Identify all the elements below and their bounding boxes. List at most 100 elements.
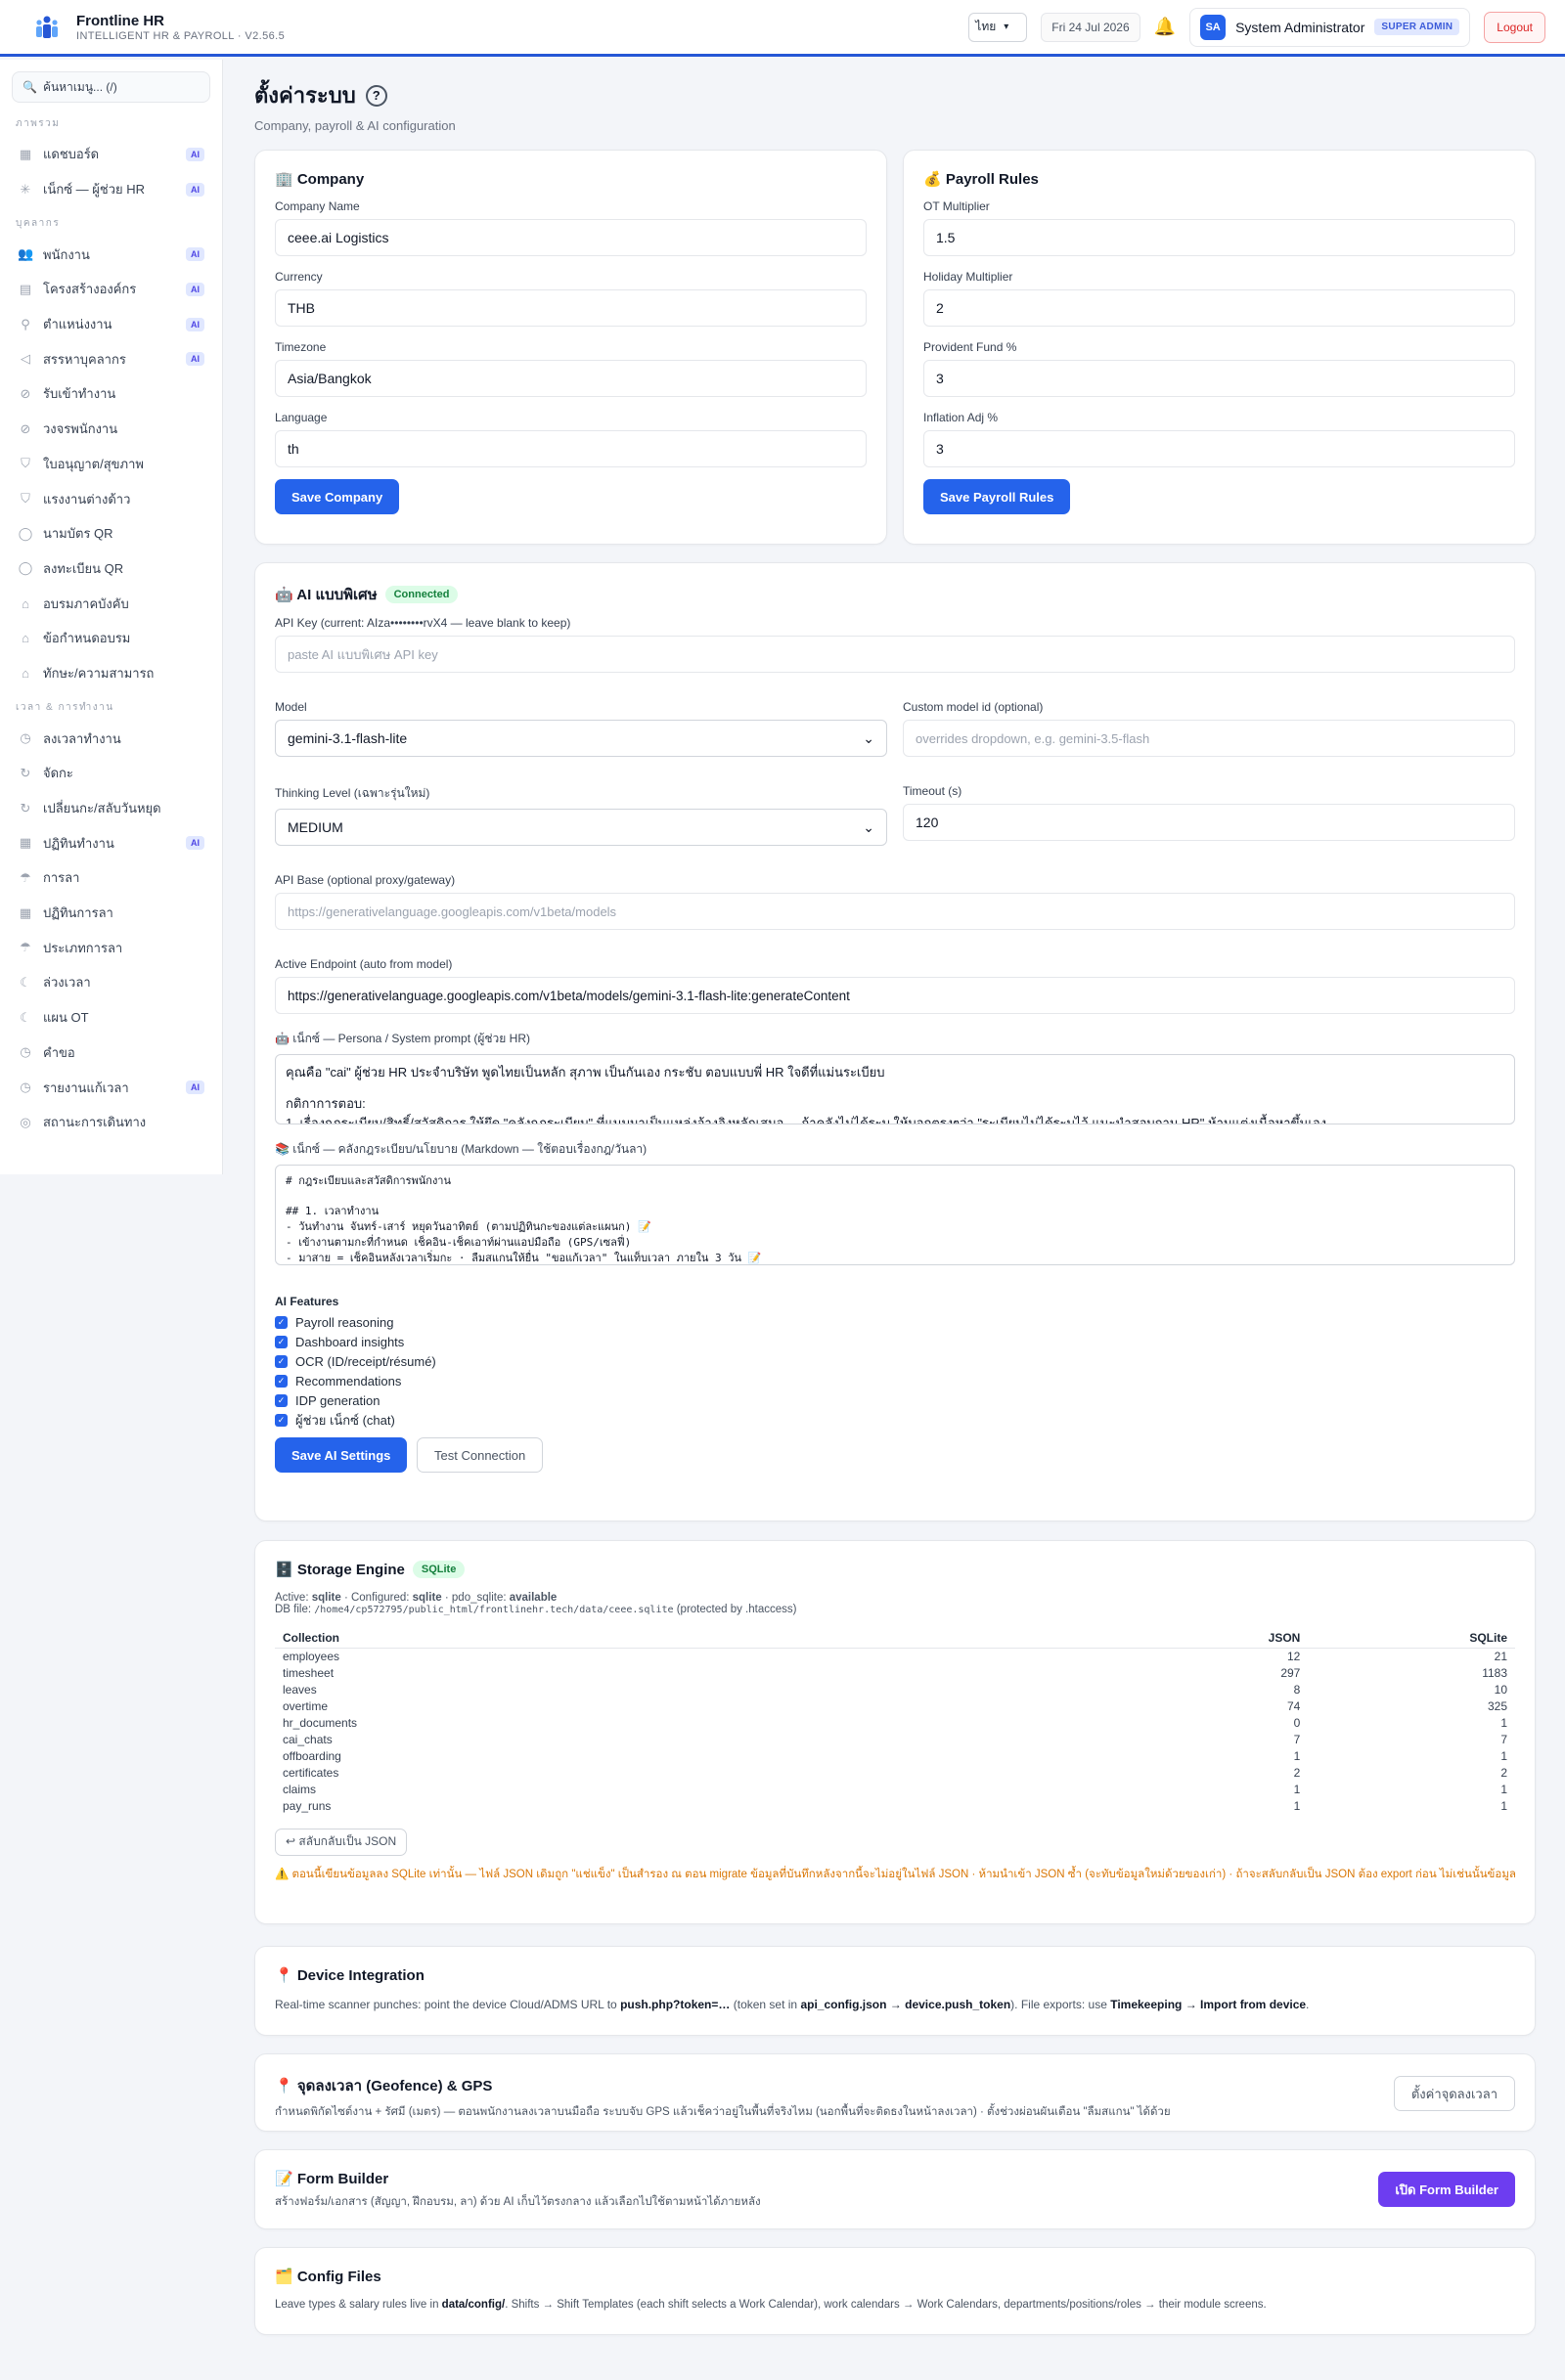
config-desc-text: . Shifts → Shift Templates (each shift s…	[505, 2299, 1267, 2311]
geofence-settings-button[interactable]: ตั้งค่าจุดลงเวลา	[1393, 2076, 1515, 2111]
sidebar-item-label: อบรมภาคบังคับ	[43, 595, 129, 611]
save-ai-settings-button[interactable]: Save AI Settings	[275, 1437, 408, 1473]
sidebar-item[interactable]: ✳ เน็กซ์ — ผู้ช่วย HR AI	[12, 172, 210, 207]
sidebar-item[interactable]: ⌂ ข้อกำหนดอบรม	[12, 621, 210, 656]
sidebar-item[interactable]: 👥 พนักงาน AI	[12, 237, 210, 272]
sidebar-item[interactable]: ▦ ปฏิทินทำงาน AI	[12, 825, 210, 860]
custom-model-input[interactable]: overrides dropdown, e.g. gemini-3.5-flas…	[903, 720, 1515, 757]
sidebar-item-label: แดชบอร์ด	[43, 147, 100, 162]
sidebar-item-label: ข้อกำหนดอบรม	[43, 631, 131, 646]
person-icon: ◯	[18, 560, 33, 576]
cap-icon: ⌂	[22, 595, 29, 611]
ai-feature-checkbox[interactable]: ✓ IDP generation	[275, 1390, 1515, 1410]
open-form-builder-button[interactable]: เปิด Form Builder	[1378, 2172, 1515, 2207]
menu-search-input[interactable]: 🔍 ค้นหาเมนู... (/)	[12, 71, 210, 103]
sidebar-item-label: เน็กซ์ — ผู้ช่วย HR	[43, 182, 145, 198]
storage-db-suffix: (protected by .htaccess)	[673, 1604, 797, 1615]
company-field-input[interactable]: THB	[275, 289, 867, 327]
sidebar-item[interactable]: ☾ แผน OT	[12, 1000, 210, 1036]
ai-badge: AI	[186, 282, 204, 296]
sidebar-item[interactable]: ◯ ลงทะเบียน QR	[12, 551, 210, 587]
table-row: offboarding 1 1	[275, 1748, 1515, 1765]
sidebar-item[interactable]: ↻ จัดกะ	[12, 756, 210, 791]
sidebar-item[interactable]: ☂ การลา	[12, 860, 210, 896]
page-title-text: ตั้งค่าระบบ	[254, 83, 356, 108]
sidebar-item[interactable]: ◷ ลงเวลาทำงาน	[12, 721, 210, 756]
sidebar-item[interactable]: ▦ ปฏิทินการลา	[12, 896, 210, 931]
ai-feature-checkbox[interactable]: ✓ ผู้ช่วย เน็กซ์ (chat)	[275, 1410, 1515, 1430]
moon-icon: ☾	[20, 1009, 31, 1025]
sidebar-item[interactable]: ⚲ ตำแหน่งงาน AI	[12, 307, 210, 342]
company-field-input[interactable]: th	[275, 430, 867, 467]
page-title: ตั้งค่าระบบ ?	[254, 78, 1536, 112]
sidebar-item[interactable]: ⌂ อบรมภาคบังคับ	[12, 586, 210, 621]
sidebar-item[interactable]: ↻ เปลี่ยนกะ/สลับวันหยุด	[12, 791, 210, 826]
sidebar-item-label: คำขอ	[43, 1044, 75, 1060]
chevron-down-icon: ⌄	[863, 818, 874, 835]
table-cell: 297	[1280, 1666, 1301, 1680]
payroll-card-title: 💰 Payroll Rules	[923, 171, 1039, 188]
sidebar-item[interactable]: ◷ รายงานแก้เวลา AI	[12, 1070, 210, 1105]
sidebar-item[interactable]: ◁ สรรหาบุคลากร AI	[12, 341, 210, 376]
ai-feature-checkbox[interactable]: ✓ Dashboard insights	[275, 1332, 1515, 1351]
sidebar-item-label: เปลี่ยนกะ/สลับวันหยุด	[43, 801, 161, 816]
app-logo[interactable]	[31, 12, 63, 43]
language-select[interactable]: ไทย ▾	[968, 12, 1028, 42]
api-base-label: API Base (optional proxy/gateway)	[275, 873, 456, 887]
table-cell: hr_documents	[283, 1716, 358, 1730]
sidebar-item-label: จัดกะ	[43, 766, 73, 781]
help-icon[interactable]: ?	[365, 84, 387, 107]
sidebar-item[interactable]: ◎ สถานะการเดินทาง	[12, 1105, 210, 1140]
save-payroll-button[interactable]: Save Payroll Rules	[923, 479, 1071, 514]
model-select[interactable]: gemini-3.1-flash-lite ⌄	[275, 720, 887, 757]
connection-status-badge: Connected	[384, 586, 459, 603]
cap-icon: ⌂	[22, 665, 29, 681]
ai-feature-checkbox[interactable]: ✓ Payroll reasoning	[275, 1312, 1515, 1332]
sidebar-item[interactable]: ⊘ วงจรพนักงาน	[12, 412, 210, 447]
sidebar-item[interactable]: ⛉ ใบอนุญาต/สุขภาพ	[12, 447, 210, 482]
ai-feature-checkbox[interactable]: ✓ Recommendations	[275, 1371, 1515, 1390]
knowledge-base-textarea[interactable]: # กฎระเบียบและสวัสดิการพนักงาน ## 1. เวลา…	[275, 1165, 1515, 1265]
company-field-input[interactable]: Asia/Bangkok	[275, 360, 867, 397]
test-connection-button[interactable]: Test Connection	[417, 1437, 544, 1473]
sidebar-item[interactable]: ⊘ รับเข้าทำงาน	[12, 376, 210, 412]
table-cell: 7	[1293, 1733, 1301, 1746]
sidebar-item-label: สรรหาบุคลากร	[43, 351, 126, 367]
endpoint-input[interactable]: https://generativelanguage.googleapis.co…	[275, 977, 1515, 1014]
checkmark-icon: ✓	[275, 1335, 288, 1348]
geofence-card: 📍 จุดลงเวลา (Geofence) & GPS กำหนดพิกัดไ…	[254, 2053, 1536, 2132]
device-desc-bold: api_config.json → device.push_token	[800, 1998, 1011, 2011]
save-company-button[interactable]: Save Company	[275, 479, 400, 514]
payroll-card: 💰 Payroll Rules OT Multiplier 1.5 Holiday …	[903, 150, 1536, 545]
table-cell: 1	[1293, 1749, 1301, 1763]
ai-badge: AI	[186, 836, 204, 851]
sidebar-item[interactable]: ⛉ แรงงานต่างด้าว	[12, 481, 210, 516]
storage-db-path: /home4/cp572795/public_html/frontlinehr.…	[314, 1605, 674, 1615]
sidebar-item[interactable]: ◷ คำขอ	[12, 1036, 210, 1071]
sidebar-item[interactable]: ⌂ ทักษะ/ความสามารถ	[12, 656, 210, 691]
switch-to-json-button[interactable]: ↩ สลับกลับเป็น JSON	[275, 1828, 408, 1856]
sidebar-item[interactable]: ◯ นามบัตร QR	[12, 516, 210, 551]
sidebar-item[interactable]: ☾ ล่วงเวลา	[12, 965, 210, 1000]
payroll-field-input[interactable]: 3	[923, 360, 1515, 397]
sidebar-item[interactable]: ▤ โครงสร้างองค์กร AI	[12, 272, 210, 307]
company-field-input[interactable]: ceee.ai Logistics	[275, 219, 867, 256]
ai-feature-checkbox[interactable]: ✓ OCR (ID/receipt/résumé)	[275, 1351, 1515, 1371]
api-base-input[interactable]: https://generativelanguage.googleapis.co…	[275, 893, 1515, 930]
payroll-field-input[interactable]: 1.5	[923, 219, 1515, 256]
payroll-field-input[interactable]: 2	[923, 289, 1515, 327]
user-menu[interactable]: SA System Administrator SUPER ADMIN	[1189, 7, 1471, 47]
api-key-input[interactable]: paste AI แบบพิเศษ API key	[275, 636, 1515, 673]
thinking-level-select[interactable]: MEDIUM ⌄	[275, 809, 887, 846]
payroll-field-input[interactable]: 3	[923, 430, 1515, 467]
sidebar-item[interactable]: ▦ แดชบอร์ด AI	[12, 137, 210, 172]
timeout-input[interactable]: 120	[903, 804, 1515, 841]
ai-settings-card: 🤖 AI แบบพิเศษ Connected API Key (current…	[254, 562, 1536, 1521]
logout-button[interactable]: Logout	[1484, 11, 1545, 43]
device-card-title: 📍 Device Integration	[275, 1967, 425, 1984]
sidebar-item[interactable]: ☂ ประเภทการลา	[12, 930, 210, 965]
bell-icon[interactable]: 🔔	[1154, 17, 1176, 37]
brand-subtitle: INTELLIGENT HR & PAYROLL · V2.56.5	[76, 29, 286, 42]
persona-textarea[interactable]: คุณคือ "cai" ผู้ช่วย HR ประจำบริษัท พูดไ…	[275, 1054, 1515, 1124]
ai-features-label: AI Features	[275, 1295, 339, 1308]
